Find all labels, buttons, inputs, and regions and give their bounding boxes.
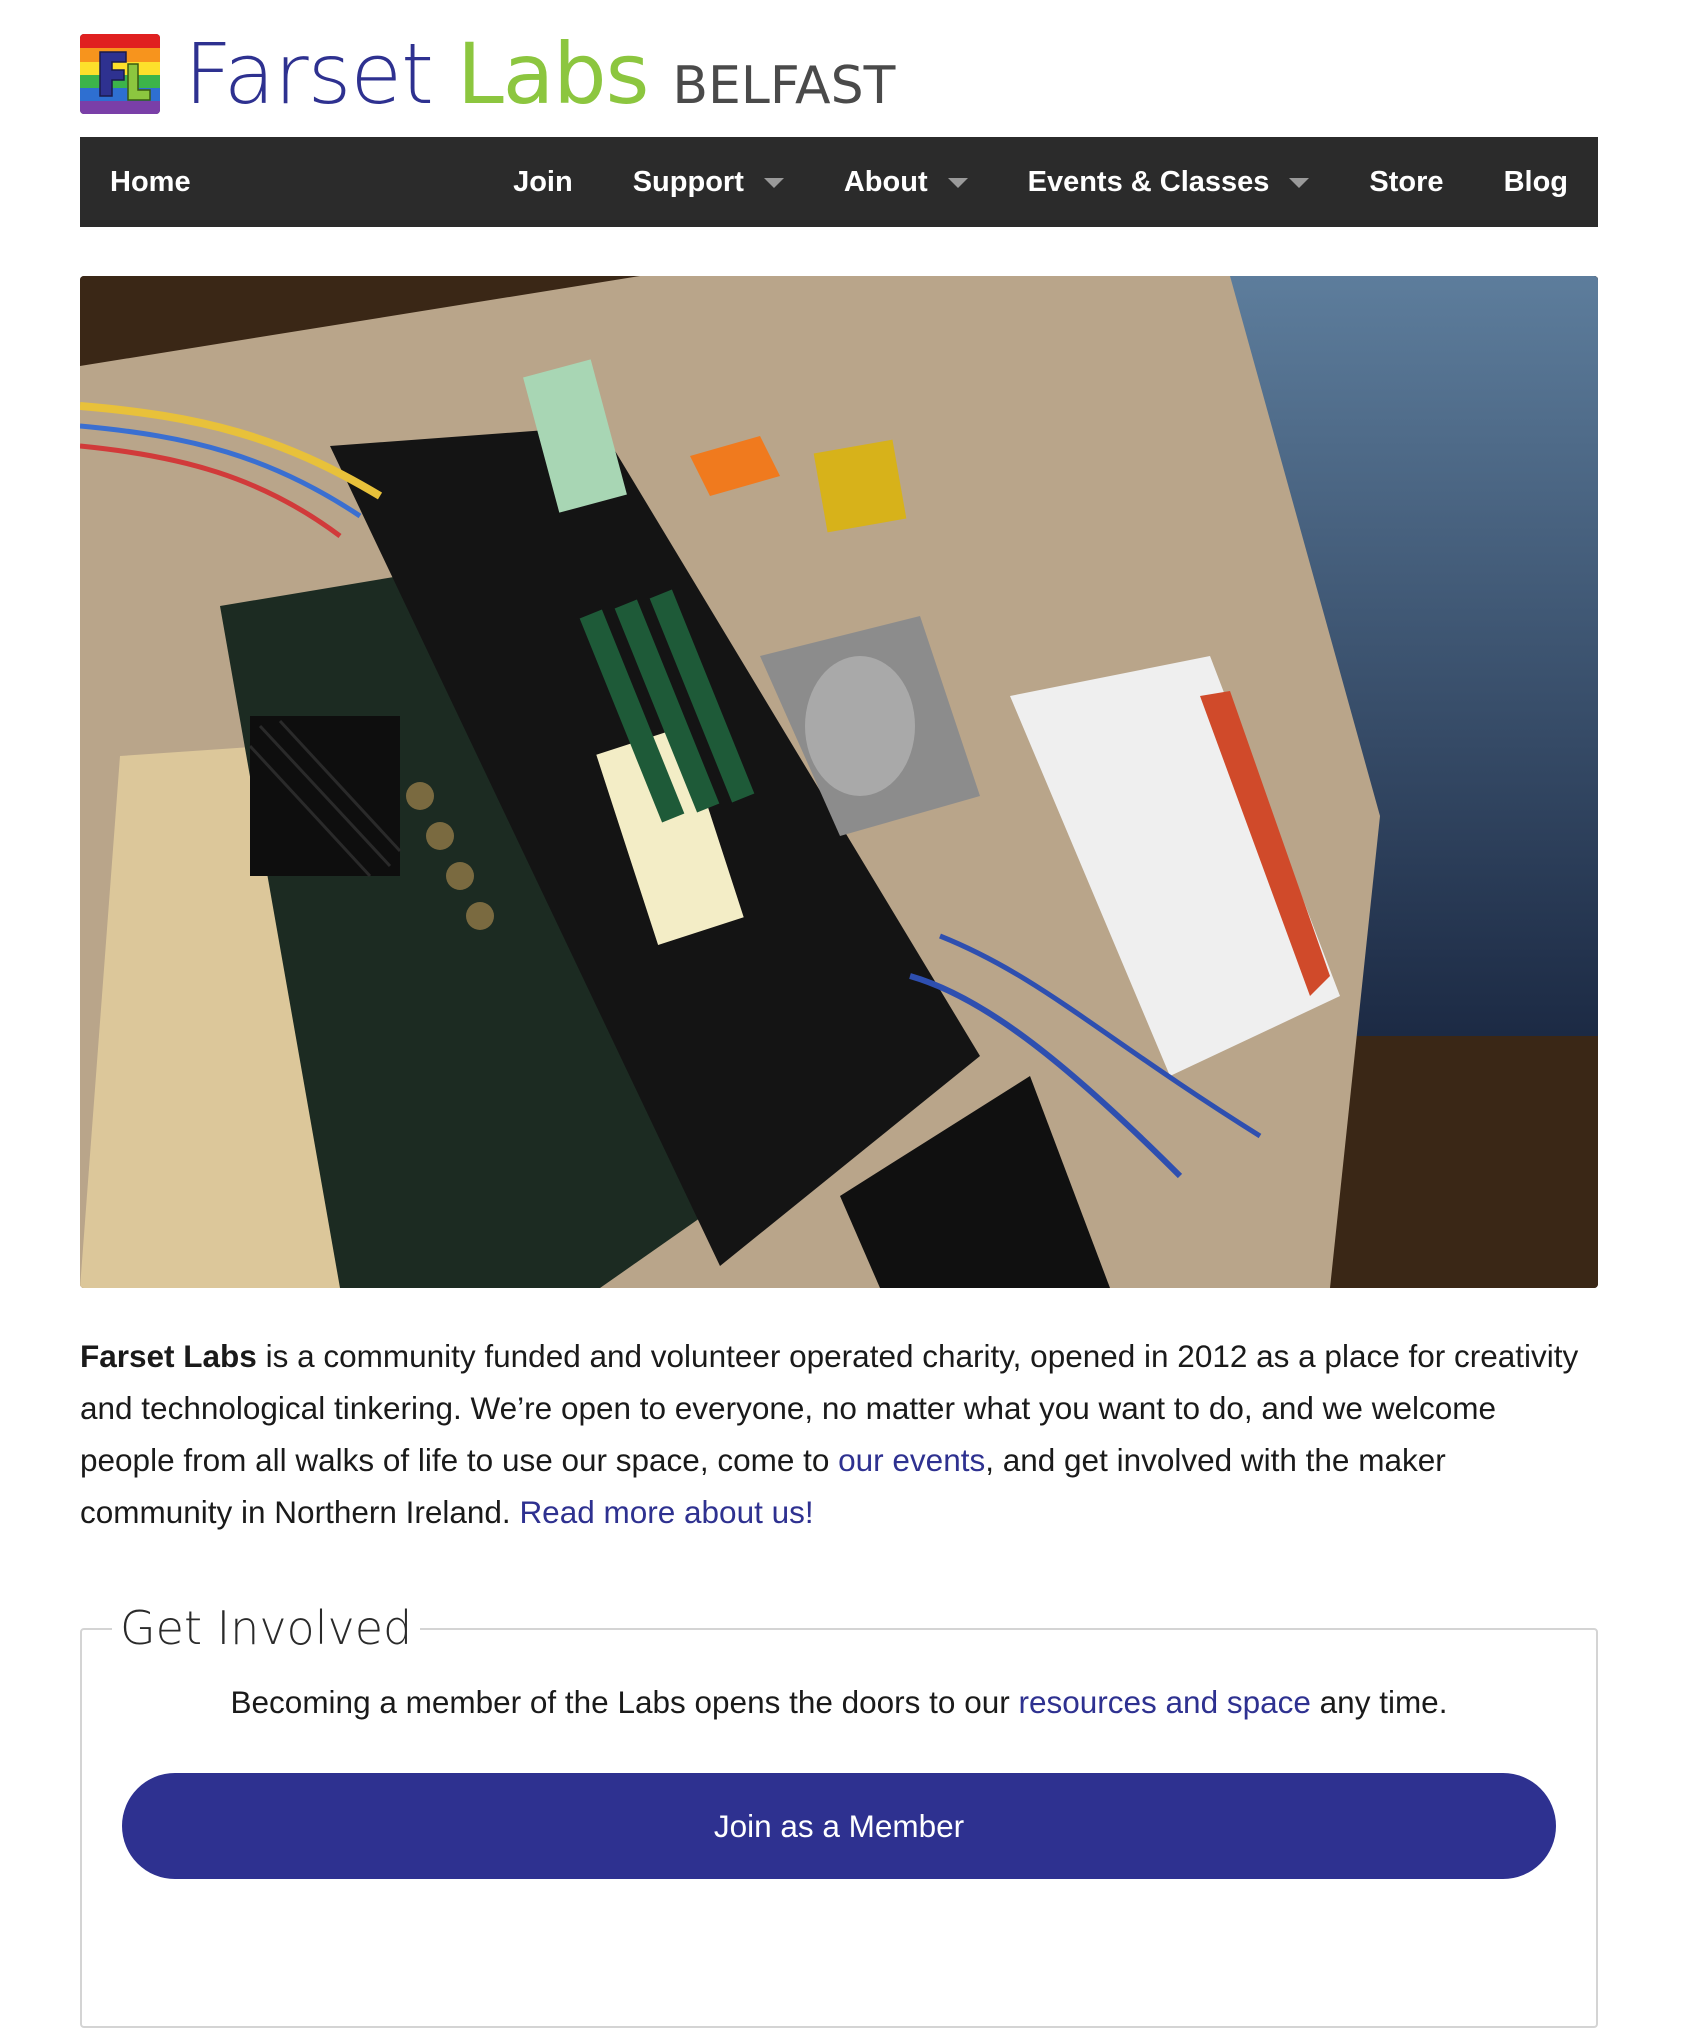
brand-name-labs: Labs (457, 25, 649, 123)
nav-item-label: About (843, 165, 928, 198)
get-involved-legend: Get Involved (112, 1600, 421, 1656)
farset-labs-logo-icon[interactable] (80, 34, 160, 114)
brand-name-farset: Farset (184, 25, 434, 123)
nav-menu: Join Support About Events & Classes Stor… (513, 166, 1568, 199)
nav-item-label: Events & Classes (1027, 165, 1270, 198)
read-more-link[interactable]: Read more about us! (519, 1494, 813, 1530)
join-as-member-button[interactable]: Join as a Member (122, 1773, 1556, 1879)
caret-down-icon (947, 178, 968, 188)
membership-text: Becoming a member of the Labs opens the … (80, 1684, 1598, 1721)
get-involved-section: Get Involved Becoming a member of the La… (80, 1600, 1598, 2028)
brand-city: BELFAST (672, 56, 896, 116)
site-header: Farset Labs BELFAST (80, 28, 1598, 120)
resources-space-link[interactable]: resources and space (1018, 1684, 1310, 1720)
nav-item-about[interactable]: About (844, 166, 968, 199)
membership-text-before: Becoming a member of the Labs opens the … (230, 1684, 1019, 1720)
intro-paragraph: Farset Labs is a community funded and vo… (80, 1330, 1598, 1538)
nav-item-label: Blog (1503, 165, 1568, 198)
nav-item-support[interactable]: Support (633, 166, 784, 199)
membership-text-after: any time. (1310, 1684, 1448, 1720)
nav-item-blog[interactable]: Blog (1504, 166, 1568, 199)
intro-org-name: Farset Labs (80, 1338, 257, 1374)
nav-item-label: Support (632, 165, 744, 198)
nav-item-store[interactable]: Store (1369, 166, 1443, 199)
site-title[interactable]: Farset Labs BELFAST (184, 32, 895, 116)
our-events-link[interactable]: our events (838, 1442, 985, 1478)
main-navbar: Home Join Support About Events & Classes… (80, 137, 1598, 227)
nav-item-label: Join (513, 165, 573, 198)
caret-down-icon (763, 178, 784, 188)
nav-item-label: Store (1369, 165, 1444, 198)
nav-item-events-classes[interactable]: Events & Classes (1028, 166, 1310, 199)
nav-item-join[interactable]: Join (513, 166, 573, 199)
caret-down-icon (1289, 178, 1310, 188)
hero-image (80, 276, 1598, 1288)
nav-home-link[interactable]: Home (110, 166, 191, 199)
